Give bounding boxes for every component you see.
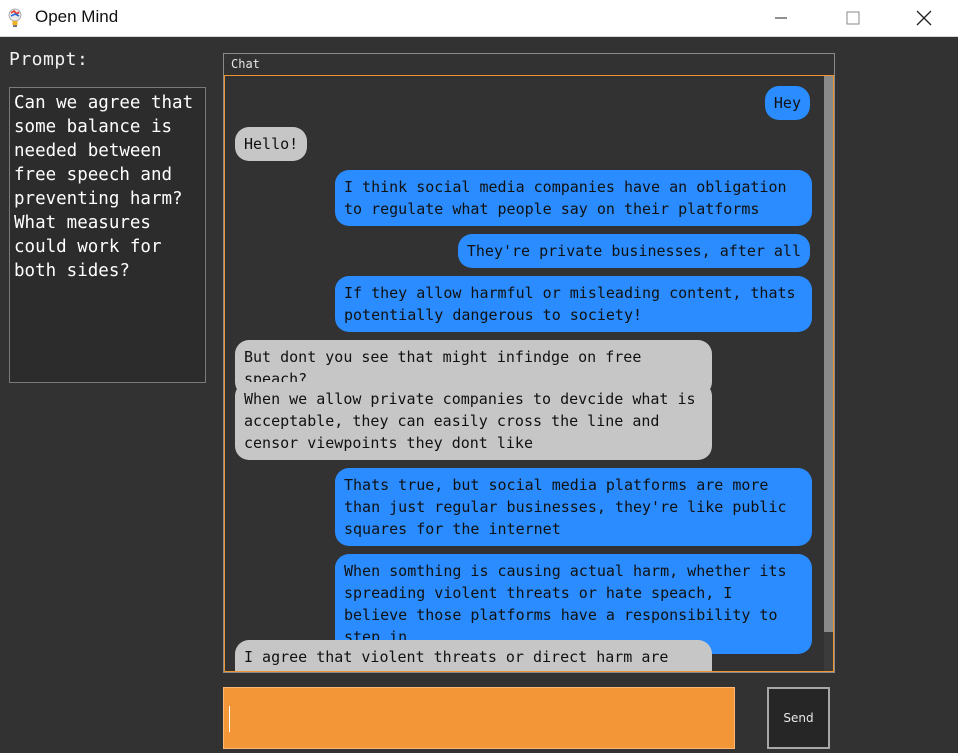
prompt-text: Can we agree that some balance is needed… bbox=[14, 93, 194, 281]
chat-header: Chat bbox=[224, 54, 834, 76]
bot-message: I agree that violent threats or direct h… bbox=[235, 640, 712, 671]
chat-message-list[interactable]: Hey Hello! I think social media companie… bbox=[224, 76, 834, 672]
close-icon bbox=[916, 10, 932, 26]
close-button[interactable] bbox=[901, 0, 947, 36]
user-message: I think social media companies have an o… bbox=[335, 170, 812, 226]
user-message: They're private businesses, after all bbox=[457, 234, 810, 268]
bot-message: Hello! bbox=[235, 127, 308, 161]
lightbulb-icon bbox=[8, 8, 22, 27]
send-button[interactable]: Send bbox=[767, 687, 830, 749]
message-input[interactable] bbox=[223, 687, 735, 749]
maximize-icon bbox=[846, 11, 860, 25]
maximize-button[interactable] bbox=[830, 0, 876, 36]
title-bar: Open Mind bbox=[0, 0, 958, 37]
window-title: Open Mind bbox=[35, 7, 119, 26]
user-message: Thats true, but social media platforms a… bbox=[335, 468, 812, 546]
text-caret bbox=[229, 706, 230, 732]
user-message: When somthing is causing actual harm, wh… bbox=[335, 554, 812, 654]
minimize-icon bbox=[775, 17, 787, 19]
prompt-text-box: Can we agree that some balance is needed… bbox=[9, 87, 206, 383]
chat-panel: Chat Hey Hello! I think social media com… bbox=[223, 53, 835, 673]
prompt-label: Prompt: bbox=[9, 49, 89, 70]
minimize-button[interactable] bbox=[758, 0, 804, 36]
user-message: If they allow harmful or misleading cont… bbox=[335, 276, 812, 332]
bot-message: When we allow private companies to devci… bbox=[235, 382, 712, 460]
user-message: Hey bbox=[764, 86, 810, 120]
chat-scrollbar-thumb[interactable] bbox=[824, 76, 833, 632]
